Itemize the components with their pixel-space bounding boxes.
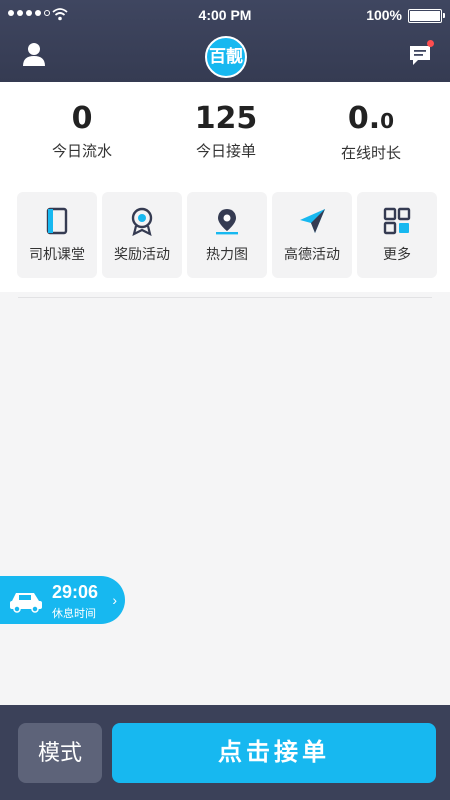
- paper-plane-icon: [300, 209, 325, 233]
- book-icon: [46, 207, 68, 235]
- tool-label: 更多: [383, 246, 411, 262]
- battery-icon: [408, 9, 445, 23]
- stat-label: 今日接单: [195, 143, 256, 160]
- divider: [18, 297, 432, 298]
- stat-value: 0.0: [296, 102, 446, 138]
- tool-label: 高德活动: [284, 246, 340, 262]
- status-bar: 4:00 PM 100%: [0, 0, 450, 30]
- stat-online-time: 0.0 在线时长: [296, 102, 446, 163]
- chevron-right-icon: ›: [112, 592, 117, 608]
- unread-badge: [427, 40, 434, 47]
- tool-driver-class[interactable]: 司机课堂: [17, 192, 97, 278]
- rest-timer-button[interactable]: 29:06 休息时间 ›: [0, 576, 125, 624]
- accept-order-button[interactable]: 点击接单: [112, 723, 436, 783]
- car-icon: [10, 593, 42, 613]
- tool-amap-activity[interactable]: 高德活动: [272, 192, 352, 278]
- stat-value: 0: [71, 101, 93, 136]
- stat-value: 125: [194, 101, 258, 136]
- stat-value-decimal: 0: [380, 109, 395, 133]
- stats-panel: 0 今日流水 125 今日接单 0.0 在线时长: [0, 82, 450, 182]
- stat-today-orders: 125 今日接单: [151, 102, 301, 161]
- user-icon[interactable]: [20, 40, 48, 68]
- stat-label: 今日流水: [51, 143, 112, 160]
- top-bar: 4:00 PM 100% 百靓: [0, 0, 450, 82]
- mode-button[interactable]: 模式: [18, 723, 102, 783]
- rest-label: 休息时间: [52, 608, 96, 620]
- battery-percent: 100%: [366, 7, 402, 23]
- tool-rewards[interactable]: 奖励活动: [102, 192, 182, 278]
- stat-value-main: 0.: [347, 101, 381, 136]
- grid-icon: [383, 207, 411, 235]
- tool-more[interactable]: 更多: [357, 192, 437, 278]
- message-button[interactable]: [406, 40, 436, 68]
- tool-heatmap[interactable]: 热力图: [187, 192, 267, 278]
- tools-panel: 司机课堂 奖励活动 热力图 高德活动 更多: [0, 182, 450, 292]
- tool-label: 奖励活动: [114, 246, 170, 262]
- location-pin-icon: [216, 209, 238, 235]
- bottom-bar: 模式 点击接单: [0, 705, 450, 800]
- stat-label: 在线时长: [340, 145, 401, 162]
- tool-label: 热力图: [206, 246, 248, 262]
- medal-icon: [131, 207, 153, 236]
- rest-time: 29:06: [52, 582, 99, 602]
- app-logo: 百靓: [205, 36, 247, 78]
- tool-label: 司机课堂: [29, 246, 85, 262]
- stat-today-income: 0 今日流水: [7, 102, 157, 161]
